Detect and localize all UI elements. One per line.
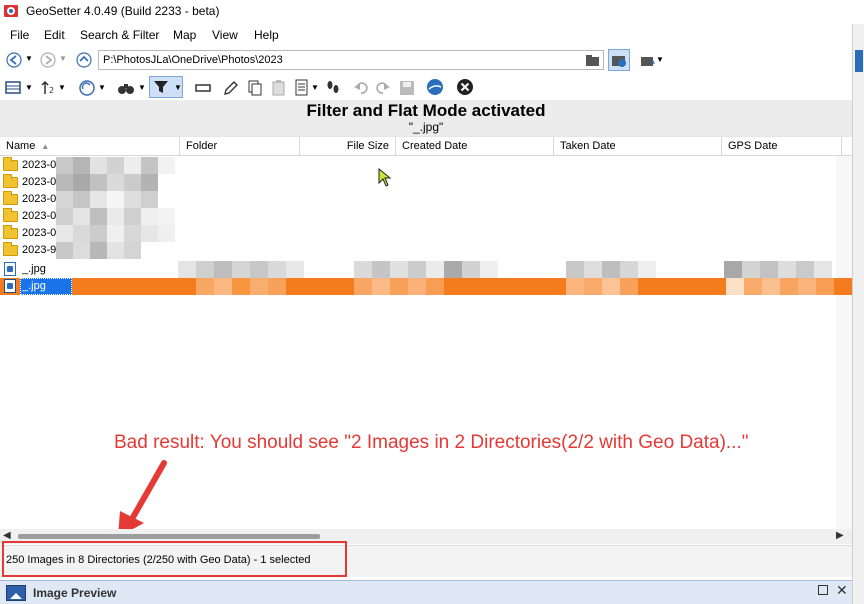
path-input[interactable] [98,50,604,70]
image-file-name: _.jpg [22,280,46,292]
search-dropdown-icon[interactable]: ▼ [138,83,146,92]
funnel-icon [154,81,168,93]
column-name[interactable]: Name ▲ [0,137,180,156]
window-title: GeoSetter 4.0.49 (Build 2233 - beta) [26,4,220,18]
sort-ascending-icon: ▲ [41,142,50,151]
image-preview-panel-header: Image Preview ✕ [0,580,852,604]
side-panel-edge [852,24,864,604]
binoculars-icon[interactable] [117,79,135,97]
folder-name: 2023-0 [22,176,57,188]
column-headers: Name ▲ Folder File Size Created Date Tak… [0,136,852,156]
menu-help[interactable]: Help [254,28,279,42]
redacted-row-details [196,278,834,295]
back-dropdown-icon[interactable]: ▼ [25,54,33,63]
footprints-icon[interactable] [324,79,342,97]
menu-view[interactable]: View [212,28,238,42]
column-folder[interactable]: Folder [180,137,300,156]
redacted-folder-names [56,157,180,259]
address-bar: ▼ ▼ ▼ [0,48,852,74]
folder-name: 2023-0 [22,227,57,239]
image-file-icon [4,279,16,293]
side-panel-tab[interactable] [855,50,863,72]
maximize-icon[interactable] [818,585,828,595]
edit-pencil-icon[interactable] [222,79,240,97]
column-created-date[interactable]: Created Date [396,137,554,156]
image-file-icon [4,262,16,276]
folder-name: 2023-0 [22,159,57,171]
redacted-row-details [178,261,832,278]
google-earth-icon[interactable] [426,78,444,96]
forward-dropdown-icon[interactable]: ▼ [59,54,67,63]
folder-name: 2023-0 [22,210,57,222]
folder-icon [3,174,18,188]
filter-banner: Filter and Flat Mode activated "_.jpg" [0,100,852,136]
redo-icon[interactable] [374,79,392,97]
sort-dropdown-icon[interactable]: ▼ [58,83,66,92]
favorites-dropdown-icon[interactable]: ▼ [656,55,664,64]
sync-dropdown-icon[interactable]: ▼ [98,83,106,92]
title-bar: GeoSetter 4.0.49 (Build 2233 - beta) [0,0,864,24]
undo-icon[interactable] [352,79,370,97]
column-gps-date[interactable]: GPS Date [722,137,842,156]
sync-globe-icon[interactable] [78,79,96,97]
folder-icon [3,242,18,256]
folder-globe-icon [612,56,626,67]
column-name-label: Name [6,140,36,152]
paste-icon[interactable] [270,79,288,97]
column-file-size-label: File Size [346,140,389,152]
annotation-highlight-box [2,541,347,577]
scrollbar-thumb[interactable] [18,534,320,539]
copy-icon[interactable] [246,79,264,97]
column-folder-label: Folder [186,140,218,152]
cancel-circle-icon[interactable] [456,78,474,96]
view-dropdown-icon[interactable]: ▼ [25,83,33,92]
up-folder-icon[interactable] [76,52,92,68]
flat-mode-toggle[interactable] [608,49,630,71]
folder-icon [3,191,18,205]
filter-button[interactable]: ▼ [149,76,183,98]
view-list-icon[interactable] [5,79,23,97]
folder-icon [3,208,18,222]
column-taken-date-label: Taken Date [560,140,616,152]
forward-icon[interactable] [40,52,56,68]
column-created-date-label: Created Date [402,140,468,152]
document-list-icon[interactable] [293,79,311,97]
svg-text:2: 2 [49,86,54,95]
list-item-image[interactable]: _.jpg [0,261,852,278]
annotation-text: Bad result: You should see "2 Images in … [114,432,749,453]
pixelation-block [56,157,175,259]
image-preview-icon [6,585,26,601]
folder-name: 2023-9 [22,244,57,256]
folder-icon [3,225,18,239]
image-preview-title: Image Preview [33,586,117,600]
sort-icon[interactable]: 2 [40,79,58,97]
folder-name: 2023-0 [22,193,57,205]
column-taken-date[interactable]: Taken Date [554,137,722,156]
save-icon[interactable] [398,79,416,97]
menu-file[interactable]: File [10,28,29,42]
menu-bar: File Edit Search & Filter Map View Help [0,24,852,46]
list-item-image-selected[interactable]: _.jpg [0,278,852,295]
column-file-size[interactable]: File Size [300,137,396,156]
column-gps-date-label: GPS Date [728,140,778,152]
filter-banner-subtitle: "_.jpg" [408,120,444,134]
menu-map[interactable]: Map [173,28,196,42]
back-icon[interactable] [6,52,22,68]
annotation-arrow-icon [118,460,167,537]
menu-edit[interactable]: Edit [44,28,65,42]
image-file-name: _.jpg [22,263,46,275]
scroll-left-arrow-icon[interactable]: ◀ [3,530,11,541]
app-globe-icon [4,5,18,17]
browse-folder-icon[interactable] [584,52,602,70]
toolbar: ▼ 2 ▼ ▼ ▼ ▼ ▼ [0,76,852,100]
rename-field-icon[interactable] [194,79,212,97]
filter-banner-title: Filter and Flat Mode activated [306,101,546,120]
menu-search-filter[interactable]: Search & Filter [80,28,159,42]
scroll-right-arrow-icon[interactable]: ▶ [836,530,844,541]
mouse-cursor-icon [378,168,392,187]
filter-dropdown-icon: ▼ [174,83,182,92]
close-icon[interactable]: ✕ [836,582,848,599]
document-dropdown-icon[interactable]: ▼ [311,83,319,92]
folder-icon [3,157,18,171]
